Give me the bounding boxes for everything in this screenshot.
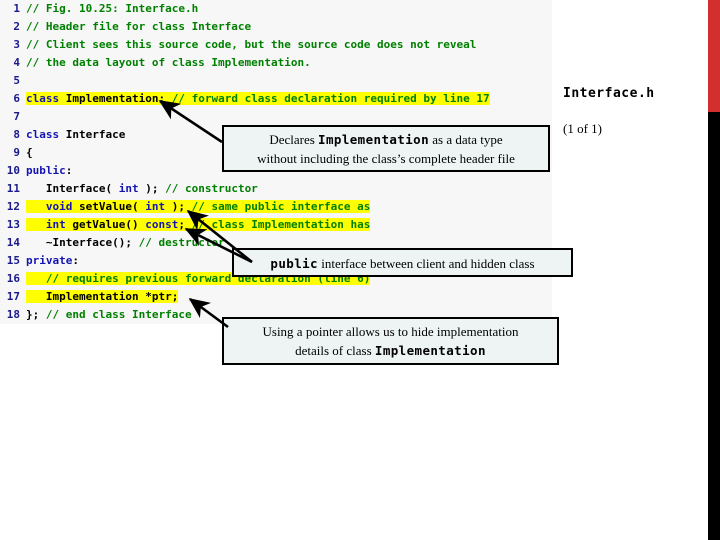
callout-public-mono: public [270, 256, 318, 271]
code-line-1: 1 // Fig. 10.25: Interface.h [0, 0, 552, 18]
code-token: setValue( [72, 200, 146, 213]
code-token: const [145, 218, 179, 231]
code-line-number: 11 [6, 182, 20, 195]
callout-declares-line1-mono: Implementation [318, 132, 430, 147]
code-token: private [26, 254, 73, 267]
code-token: { [26, 146, 33, 159]
code-line-number: 16 [6, 272, 20, 285]
callout-declares-line2: without including the class’s complete h… [257, 150, 515, 166]
code-line-number: 15 [6, 254, 20, 267]
code-line-text: { [26, 146, 33, 159]
callout-public-interface: public interface between client and hidd… [232, 248, 573, 277]
code-line-text: private: [26, 254, 79, 267]
code-token: ); [138, 182, 166, 195]
code-line-12: 12 void setValue( int ); // same public … [0, 198, 552, 216]
code-line-text: class Interface [26, 128, 125, 141]
code-token: Interface [59, 128, 126, 141]
code-line-text: void setValue( int ); // same public int… [26, 200, 371, 213]
code-token: Interface( [26, 182, 119, 195]
code-line-text: // Header file for class Interface [26, 20, 251, 33]
callout-public-text: interface between client and hidden clas… [317, 256, 535, 271]
code-line-number: 3 [13, 38, 20, 51]
page-indicator-label: (1 of 1) [563, 121, 602, 136]
code-line-13: 13 int getValue() const; // class Implem… [0, 216, 552, 234]
code-line-number: 2 [13, 20, 20, 33]
code-line-text: // Client sees this source code, but the… [26, 38, 476, 51]
code-line-7: 7 [0, 108, 552, 126]
code-line-number: 4 [13, 56, 20, 69]
callout-pointer-line2-pre: details of class [295, 342, 375, 358]
code-token: : [72, 254, 79, 267]
code-token: // class Implementation has [191, 218, 371, 231]
code-token: ~Interface(); [26, 236, 139, 249]
callout-pointer-line2-mono: Implementation [374, 342, 486, 358]
code-token: Implementation; [59, 92, 172, 105]
callout-declares-line1-post: as a data type [429, 132, 503, 147]
code-token: int [145, 200, 166, 213]
code-line-text: }; // end class Interface [26, 308, 192, 321]
code-line-text: int getValue() const; // class Implement… [26, 218, 371, 231]
file-title-label: Interface.h [563, 86, 655, 101]
code-token: // the data layout of class Implementati… [26, 56, 311, 69]
right-edge-red-bar [708, 0, 720, 112]
code-line-4: 4 // the data layout of class Implementat… [0, 54, 552, 72]
right-edge-black-bar [708, 112, 720, 540]
code-token: class [26, 92, 60, 105]
callout-pointer-line1: Using a pointer allows us to hide implem… [262, 324, 519, 339]
code-token: public [26, 164, 66, 177]
code-line-text: // the data layout of class Implementati… [26, 56, 311, 69]
code-line-number: 6 [13, 92, 20, 105]
callout-declares-implementation: Declares Implementation as a data type w… [222, 125, 550, 172]
code-line-number: 18 [6, 308, 20, 321]
code-line-number: 13 [6, 218, 20, 231]
code-token: // Client sees this source code, but the… [26, 38, 477, 51]
code-line-number: 14 [6, 236, 20, 249]
code-line-number: 12 [6, 200, 20, 213]
code-line-2: 2 // Header file for class Interface [0, 18, 552, 36]
code-token: // Fig. 10.25: Interface.h [26, 2, 199, 15]
code-token: getValue() [65, 218, 146, 231]
code-token: }; [26, 308, 46, 321]
code-line-17: 17 Implementation *ptr; [0, 288, 552, 306]
code-token: ); [165, 200, 192, 213]
code-token: // same public interface as [191, 200, 371, 213]
code-line-text: Interface( int ); // constructor [26, 182, 258, 195]
code-token: class [26, 128, 60, 141]
code-token: Implementation *ptr; [26, 290, 179, 303]
code-line-number: 5 [13, 74, 20, 87]
code-line-text: ~Interface(); // destructor [26, 236, 225, 249]
code-token: void [45, 200, 73, 213]
code-token: // forward class declaration required by… [171, 92, 490, 105]
code-line-number: 8 [13, 128, 20, 141]
callout-declares-line1-pre: Declares [269, 132, 319, 147]
code-line-text: // Fig. 10.25: Interface.h [26, 2, 198, 15]
code-line-5: 5 [0, 72, 552, 90]
code-line-3: 3 // Client sees this source code, but th… [0, 36, 552, 54]
code-token: // end class Interface [45, 308, 192, 321]
code-token: // Header file for class Interface [26, 20, 252, 33]
code-token: int [118, 182, 139, 195]
code-line-11: 11 Interface( int ); // constructor [0, 180, 552, 198]
callout-pointer-hides-details: Using a pointer allows us to hide implem… [222, 317, 559, 365]
code-line-number: 10 [6, 164, 20, 177]
code-token: int [45, 218, 66, 231]
code-token: // constructor [165, 182, 258, 195]
code-token: : [65, 164, 73, 177]
code-line-text: public: [26, 164, 72, 177]
code-line-text: Implementation *ptr; [26, 290, 179, 303]
code-line-number: 7 [13, 110, 20, 123]
code-line-6: 6 class Implementation; // forward class … [0, 90, 552, 108]
code-token: // destructor [138, 236, 225, 249]
code-line-text: class Implementation; // forward class d… [26, 92, 490, 105]
code-line-number: 1 [13, 2, 20, 15]
code-line-number: 17 [6, 290, 20, 303]
code-line-number: 9 [13, 146, 20, 159]
code-token: ; [178, 218, 192, 231]
